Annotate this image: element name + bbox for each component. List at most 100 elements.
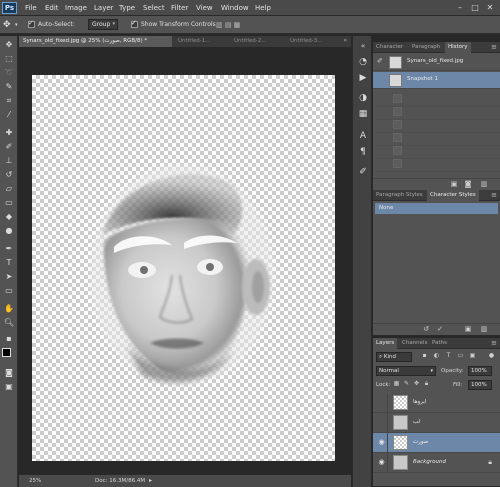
tab-paragraph[interactable]: Paragraph — [409, 42, 443, 53]
tab-untitled-1[interactable]: Untitled-1... — [174, 36, 229, 47]
eye-icon[interactable]: ◉ — [377, 458, 386, 467]
status-menu-icon[interactable]: ▸ — [149, 477, 152, 484]
collapse-icon[interactable]: « — [357, 40, 369, 52]
smart-object-filter-icon[interactable]: ▣ — [469, 352, 476, 360]
panel-menu-icon[interactable]: ≡ — [491, 338, 497, 349]
show-transform-checkbox[interactable] — [131, 19, 138, 28]
quick-select-tool-icon[interactable]: ✎ — [3, 82, 15, 92]
close-icon[interactable]: ✕ — [485, 3, 495, 13]
healing-brush-tool-icon[interactable]: ✚ — [3, 128, 15, 138]
blend-mode-dropdown[interactable]: Normal ▾ — [376, 366, 436, 376]
menu-edit[interactable]: Edit — [45, 0, 59, 16]
crop-tool-icon[interactable]: ⌗ — [3, 96, 15, 106]
style-item-none[interactable]: None — [375, 203, 498, 214]
pixel-filter-icon[interactable]: ▪ — [421, 352, 428, 360]
zoom-tool-icon[interactable]: 🔍︎ — [3, 318, 15, 328]
history-item[interactable] — [373, 155, 500, 172]
lock-transparent-icon[interactable]: ▦ — [393, 380, 400, 388]
layer-row[interactable]: لب — [373, 413, 500, 433]
panel-menu-icon[interactable]: ≡ — [491, 42, 497, 53]
foreground-color-swatch[interactable] — [2, 348, 11, 357]
marquee-tool-icon[interactable]: ⬚ — [3, 54, 15, 64]
menu-select[interactable]: Select — [143, 0, 165, 16]
redefine-icon[interactable]: ✓ — [435, 325, 445, 333]
tool-preset-caret-icon[interactable]: ▾ — [15, 19, 18, 31]
trash-icon[interactable]: ▥ — [479, 325, 489, 333]
shape-filter-icon[interactable]: ▭ — [457, 352, 464, 360]
visibility-toggle[interactable] — [374, 413, 388, 433]
align-icons[interactable]: ▥ ▤ ▦ — [216, 19, 240, 31]
menu-help[interactable]: Help — [255, 0, 271, 16]
auto-select-dropdown[interactable]: Group ▾ — [88, 19, 118, 30]
type-tool-icon[interactable]: T — [3, 258, 15, 268]
lock-pixels-icon[interactable]: ✎ — [403, 380, 410, 388]
layer-row[interactable]: ◉ صورت — [373, 433, 500, 453]
new-style-icon[interactable]: ▣ — [463, 325, 473, 333]
blur-tool-icon[interactable]: ◆ — [3, 212, 15, 222]
tab-paragraph-styles[interactable]: Paragraph Styles — [373, 190, 426, 201]
menu-filter[interactable]: Filter — [171, 0, 188, 16]
document-canvas[interactable] — [32, 75, 335, 461]
layer-row[interactable]: ابروها — [373, 393, 500, 413]
tab-untitled-3[interactable]: Untitled-3... — [286, 36, 341, 47]
new-document-from-state-icon[interactable]: ▣ — [449, 180, 459, 188]
tab-layers[interactable]: Layers — [373, 338, 398, 349]
path-select-tool-icon[interactable]: ➤ — [3, 272, 15, 282]
eye-icon[interactable]: ◉ — [377, 438, 386, 447]
default-colors-icon[interactable]: ▪ — [3, 334, 15, 344]
menu-layer[interactable]: Layer — [94, 0, 114, 16]
paragraph-icon[interactable]: ¶ — [357, 146, 369, 158]
layer-row[interactable]: ◉ Background 🔒︎ — [373, 453, 500, 473]
history-item[interactable]: Snapshot 1 — [373, 72, 500, 89]
menu-type[interactable]: Type — [119, 0, 135, 16]
menu-image[interactable]: Image — [65, 0, 87, 16]
eraser-tool-icon[interactable]: ▱ — [3, 184, 15, 194]
menu-file[interactable]: File — [25, 0, 37, 16]
filter-toggle-icon[interactable]: ● — [488, 352, 495, 360]
move-tool-icon[interactable]: ✥ — [3, 40, 15, 50]
gradient-tool-icon[interactable]: ▭ — [3, 198, 15, 208]
eyedropper-tool-icon[interactable]: ⁄ — [3, 110, 15, 120]
trash-icon[interactable]: ▥ — [479, 180, 489, 188]
panel-menu-icon[interactable]: ≡ — [491, 190, 497, 201]
tab-character-styles[interactable]: Character Styles — [427, 190, 479, 201]
tabs-overflow-icon[interactable]: » — [343, 37, 347, 44]
pen-tool-icon[interactable]: ✒ — [3, 244, 15, 254]
tab-channels[interactable]: Channels — [399, 338, 430, 349]
maximize-icon[interactable]: □ — [470, 3, 480, 13]
dodge-tool-icon[interactable]: ● — [3, 226, 15, 236]
adjustment-filter-icon[interactable]: ◐ — [433, 352, 440, 360]
brush-presets-icon[interactable]: ✐ — [357, 166, 369, 178]
visibility-toggle[interactable] — [374, 393, 388, 413]
screen-mode-icon[interactable]: ▣ — [3, 382, 15, 392]
tab-character[interactable]: Character — [373, 42, 406, 53]
canvas-area[interactable] — [19, 47, 351, 474]
fill-input[interactable]: 100% — [468, 380, 492, 390]
swatches-icon[interactable]: ▦ — [357, 108, 369, 120]
zoom-level[interactable]: 25% — [29, 478, 41, 484]
clear-override-icon[interactable]: ↺ — [421, 325, 431, 333]
actions-icon[interactable]: ▶ — [357, 72, 369, 84]
kind-filter-dropdown[interactable]: ⌕ Kind — [376, 352, 412, 362]
lasso-tool-icon[interactable]: ➰ — [3, 68, 15, 78]
opacity-input[interactable]: 100% — [468, 366, 492, 376]
menu-view[interactable]: View — [196, 0, 213, 16]
tab-document-active[interactable]: Synars_old_fixed.jpg @ 25% (صورت, RGB/8)… — [19, 36, 172, 47]
tab-history[interactable]: History — [445, 42, 471, 53]
move-tool-icon[interactable]: ✥ — [3, 19, 11, 31]
minimize-icon[interactable]: – — [455, 3, 465, 13]
clone-stamp-tool-icon[interactable]: ⊥ — [3, 156, 15, 166]
history-brush-tool-icon[interactable]: ↺ — [3, 170, 15, 180]
tab-untitled-2[interactable]: Untitled-2... — [230, 36, 285, 47]
visibility-toggle[interactable]: ◉ — [374, 453, 388, 473]
lock-all-icon[interactable]: 🔒︎ — [423, 380, 430, 388]
character-icon[interactable]: A — [357, 130, 369, 142]
type-filter-icon[interactable]: T — [445, 352, 452, 360]
menu-window[interactable]: Window — [221, 0, 249, 16]
camera-icon[interactable]: ◙ — [463, 180, 473, 188]
auto-select-checkbox[interactable] — [28, 19, 35, 28]
lock-position-icon[interactable]: ✥ — [413, 380, 420, 388]
quick-mask-icon[interactable]: ◙ — [3, 368, 15, 378]
history-snapshot[interactable]: ✐ Synars_old_fixed.jpg — [373, 54, 500, 71]
tab-paths[interactable]: Paths — [429, 338, 450, 349]
